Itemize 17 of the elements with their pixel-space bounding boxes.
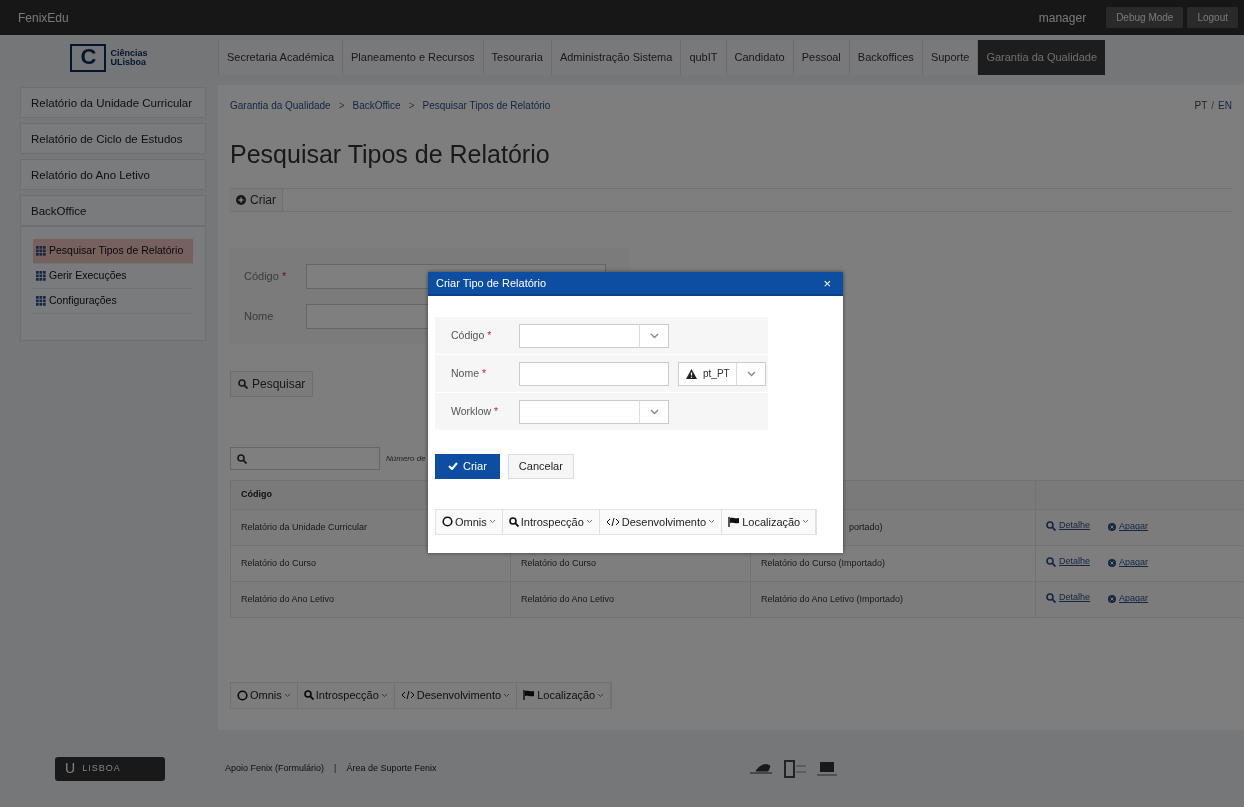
breadcrumb-separator: >: [338, 99, 345, 113]
footer-separator: |: [334, 761, 337, 775]
user-name: manager: [1038, 9, 1087, 27]
dialog-title: Criar Tipo de Relatório: [436, 275, 547, 291]
language-separator: /: [1211, 99, 1215, 113]
field-label: Código *: [451, 327, 493, 343]
page-title: Pesquisar Tipos de Relatório: [230, 139, 551, 169]
field-label: Código *: [244, 268, 288, 284]
university-logo: U LISBOA: [55, 756, 165, 781]
filter-hint: Número de: [386, 452, 426, 465]
field-label: Nome: [244, 308, 275, 324]
field-label: Worklow *: [451, 403, 500, 419]
field-label: Nome *: [451, 365, 488, 381]
table-cell: Relatório do Ano Letivo: [230, 581, 511, 618]
table-cell: Relatório do Ano Letivo: [510, 581, 751, 618]
table-cell: Relatório do Ano Letivo (Importado): [750, 581, 1036, 618]
breadcrumb-separator: >: [408, 99, 415, 113]
